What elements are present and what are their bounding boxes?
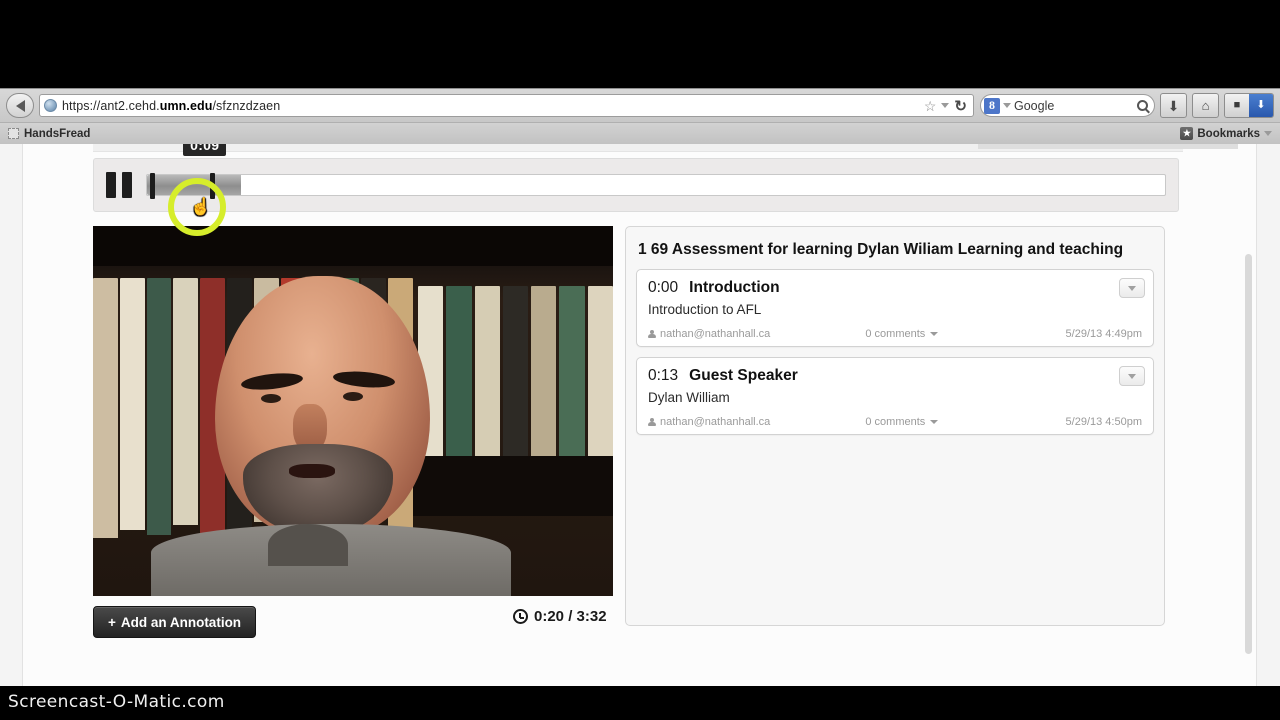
annotation-comments-count: 0 comments: [865, 328, 926, 341]
bookmarks-menu[interactable]: ★ Bookmarks: [1180, 127, 1272, 140]
speaker-eye-right: [343, 392, 363, 401]
annotation-date: 5/29/13 4:50pm: [1065, 416, 1142, 429]
player-control-bar: 0:09: [93, 144, 1179, 212]
star-icon[interactable]: ☆: [924, 99, 937, 113]
annotation-author-email: nathan@nathanhall.ca: [660, 416, 771, 429]
google-badge-icon: 8: [984, 97, 1000, 114]
url-bar-actions: ☆ ↻: [924, 97, 969, 115]
speaker-mouth: [289, 464, 335, 478]
bookmarks-star-icon: ★: [1180, 127, 1194, 140]
home-icon: ⌂: [1201, 98, 1210, 113]
annotation-meta: nathan@nathanhall.ca 0 comments 5/29/13 …: [648, 328, 1142, 340]
annotation-author-email: nathan@nathanhall.ca: [660, 328, 771, 341]
bookmarks-label: Bookmarks: [1197, 127, 1260, 140]
annotation-time: 0:00: [648, 279, 679, 297]
search-box[interactable]: 8 Google: [980, 94, 1155, 117]
pause-icon-bar-right: [122, 172, 132, 198]
downloads-button[interactable]: ⬇: [1160, 93, 1187, 118]
annotation-time: 0:13: [648, 367, 679, 385]
site-favicon-icon: [44, 99, 57, 112]
speaker-collar: [268, 524, 348, 566]
url-text: https://ant2.cehd.umn.edu/sfznzdzaen: [62, 98, 281, 113]
extension-button-1[interactable]: ■: [1225, 94, 1249, 117]
bookmark-item-handsfread[interactable]: HandsFread: [8, 128, 90, 140]
annotation-date: 5/29/13 4:49pm: [1065, 328, 1142, 341]
shelf-shadow: [413, 456, 613, 516]
pause-icon-bar-left: [106, 172, 116, 198]
browser-toolbar: https://ant2.cehd.umn.edu/sfznzdzaen ☆ ↻…: [0, 89, 1280, 122]
annotation-card[interactable]: 0:13 Guest Speaker Dylan William nathan@…: [636, 357, 1154, 436]
annotation-marker-0[interactable]: [150, 173, 156, 199]
clock-icon: [513, 609, 528, 624]
annotation-title: Guest Speaker: [689, 367, 798, 385]
annotation-author: nathan@nathanhall.ca: [648, 416, 865, 428]
back-arrow-icon: [15, 99, 25, 112]
plus-icon: +: [107, 614, 116, 630]
download-icon: ⬇: [1167, 97, 1180, 114]
annotation-description: Introduction to AFL: [648, 302, 762, 318]
search-icon[interactable]: [1137, 100, 1148, 111]
pause-button[interactable]: [106, 172, 132, 198]
browser-chrome: https://ant2.cehd.umn.edu/sfznzdzaen ☆ ↻…: [0, 88, 1280, 144]
annotation-meta: nathan@nathanhall.ca 0 comments 5/29/13 …: [648, 416, 1142, 428]
chevron-down-icon: [1264, 131, 1272, 136]
annotation-card[interactable]: 0:00 Introduction Introduction to AFL na…: [636, 269, 1154, 348]
annotation-author: nathan@nathanhall.ca: [648, 328, 865, 340]
screencast-watermark: Screencast-O-Matic.com: [8, 692, 225, 712]
chevron-down-icon: [1128, 373, 1136, 379]
extension-buttons[interactable]: ■ ⬇: [1224, 93, 1274, 118]
user-icon: [648, 329, 656, 339]
user-icon: [648, 417, 656, 427]
add-annotation-label: Add an Annotation: [120, 614, 242, 630]
annotations-panel-title: 1 69 Assessment for learning Dylan Wilia…: [638, 241, 1124, 258]
annotation-title: Introduction: [689, 279, 780, 297]
chevron-down-icon: [930, 420, 939, 425]
screen-capture: https://ant2.cehd.umn.edu/sfznzdzaen ☆ ↻…: [0, 0, 1280, 720]
extension-icon: ■: [1233, 99, 1241, 111]
mouse-cursor: ☝: [190, 197, 212, 216]
reload-icon[interactable]: ↻: [954, 97, 967, 115]
annotation-header: 0:00 Introduction: [648, 279, 1142, 297]
home-button[interactable]: ⌂: [1192, 93, 1219, 118]
chevron-down-icon: [1128, 285, 1136, 291]
seek-bar[interactable]: 0:09: [146, 144, 1166, 199]
annotations-panel: 1 69 Assessment for learning Dylan Wilia…: [625, 226, 1165, 626]
search-engine-label: Google: [1014, 98, 1055, 113]
annotation-description: Dylan William: [648, 390, 730, 406]
search-engine-chevron-icon[interactable]: [1003, 103, 1011, 108]
download-extension-icon: ⬇: [1256, 99, 1266, 111]
annotation-menu-button[interactable]: [1119, 278, 1145, 299]
annotation-comments-count: 0 comments: [865, 416, 926, 429]
extension-button-2[interactable]: ⬇: [1249, 94, 1273, 117]
url-bar[interactable]: https://ant2.cehd.umn.edu/sfznzdzaen ☆ ↻: [39, 94, 974, 117]
video-player[interactable]: [93, 226, 613, 596]
speaker-eye-left: [261, 394, 281, 403]
annotation-comments-toggle[interactable]: 0 comments: [865, 416, 939, 429]
annotation-menu-button[interactable]: [1119, 366, 1145, 387]
back-button[interactable]: [6, 93, 34, 118]
chevron-down-icon[interactable]: [941, 103, 950, 108]
page-top-edge-secondary: [978, 144, 1238, 149]
bookmark-icon: [8, 128, 19, 139]
page-scrollbar[interactable]: [1245, 254, 1252, 654]
timecode-text: 0:20 / 3:32: [534, 608, 607, 625]
annotation-header: 0:13 Guest Speaker: [648, 367, 1142, 385]
bookmark-label: HandsFread: [24, 127, 91, 140]
add-annotation-button[interactable]: + Add an Annotation: [93, 606, 256, 638]
chevron-down-icon: [930, 332, 939, 337]
timecode-display: 0:20 / 3:32: [513, 608, 607, 625]
bookmarks-bar: HandsFread ★ Bookmarks: [0, 122, 1280, 144]
seek-tooltip: 0:09: [183, 144, 227, 156]
annotation-comments-toggle[interactable]: 0 comments: [865, 328, 939, 341]
